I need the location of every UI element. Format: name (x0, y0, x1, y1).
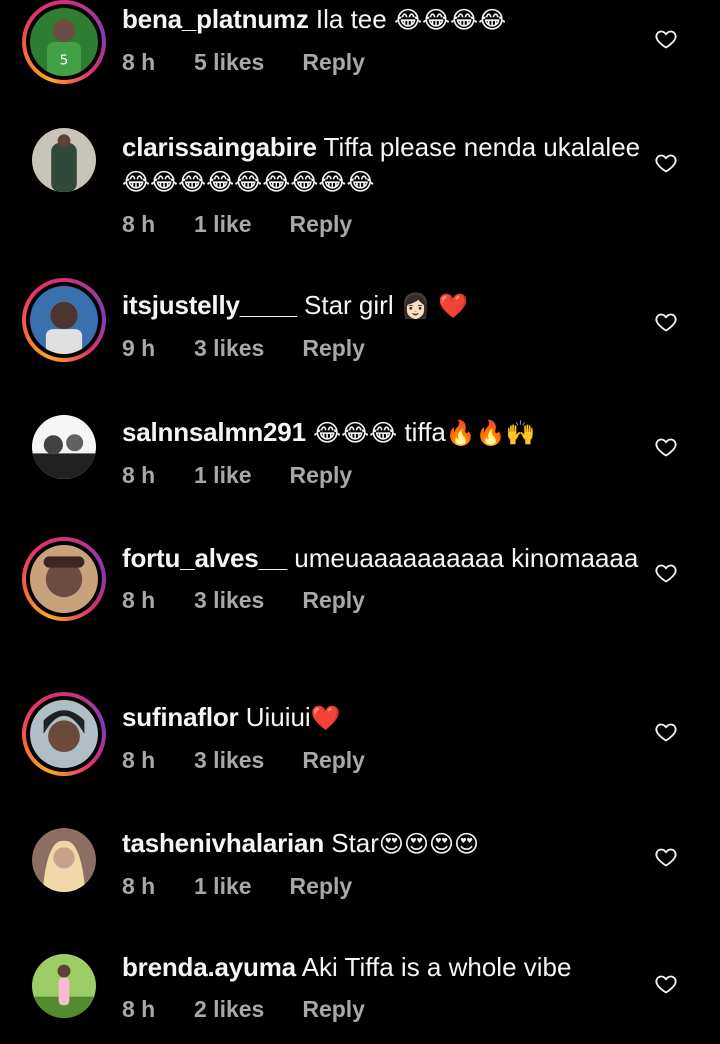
comment-text: fortu_alves__ umeuaaaaaaaaaa kinomaaaa (122, 541, 642, 575)
reply-button[interactable]: Reply (290, 460, 353, 490)
reply-button[interactable]: Reply (290, 871, 353, 901)
timestamp: 8 h (122, 873, 156, 899)
comment-meta: 9 h 3 likes Reply (122, 333, 642, 363)
reply-button[interactable]: Reply (302, 585, 365, 615)
comment-meta: 8 h 3 likes Reply (122, 585, 642, 615)
reply-button[interactable]: Reply (302, 994, 365, 1024)
heart-outline-icon[interactable] (654, 151, 678, 175)
comment-meta: 8 h 1 like Reply (122, 209, 642, 239)
comment-body: Ila tee (315, 4, 387, 34)
reply-button[interactable]: Reply (302, 47, 365, 77)
likes-count[interactable]: 1 like (194, 209, 252, 239)
comment-body: tiffa (404, 417, 446, 447)
comment-text: bena_platnumz Ila tee 😂😂😂😂 (122, 2, 642, 37)
avatar[interactable]: 5 (22, 0, 106, 84)
timestamp: 9 h (122, 335, 156, 361)
likes-count[interactable]: 5 likes (194, 47, 264, 77)
username[interactable]: sufinaflor (122, 702, 239, 732)
likes-count[interactable]: 1 like (194, 460, 252, 490)
username[interactable]: itsjustelly____ (122, 290, 297, 320)
heart-outline-icon[interactable] (654, 845, 678, 869)
timestamp: 8 h (122, 996, 156, 1022)
comment-text: sufinaflor Uiuiui❤️ (122, 700, 642, 735)
comment-item: clarissaingabire Tiffa please nenda ukal… (0, 120, 720, 250)
likes-count[interactable]: 1 like (194, 871, 252, 901)
avatar[interactable] (22, 692, 106, 776)
comment-meta: 8 h 1 like Reply (122, 871, 642, 901)
comment-emoji: ❤️ (310, 704, 341, 732)
svg-text:5: 5 (60, 53, 69, 69)
username[interactable]: fortu_alves__ (122, 543, 287, 573)
comment-meta: 8 h 1 like Reply (122, 460, 642, 490)
comment-meta: 8 h 5 likes Reply (122, 47, 642, 77)
timestamp: 8 h (122, 587, 156, 613)
comment-emoji: 😍😍😍😍 (378, 830, 479, 858)
avatar[interactable] (22, 278, 106, 362)
reply-button[interactable]: Reply (290, 209, 353, 239)
comment-emoji: 👩🏻 ❤️ (400, 292, 469, 320)
comment-body: Tiffa please nenda ukalalee (323, 132, 641, 162)
avatar[interactable] (22, 818, 106, 902)
comment-meta: 8 h 3 likes Reply (122, 745, 642, 775)
comment-text: salnnsalmn291 😂😂😂 tiffa🔥🔥🙌 (122, 415, 642, 450)
comment-meta: 8 h 2 likes Reply (122, 994, 642, 1024)
timestamp: 8 h (122, 211, 156, 237)
username[interactable]: tashenivhalarian (122, 828, 324, 858)
username[interactable]: clarissaingabire (122, 132, 317, 162)
comment-text: tashenivhalarian Star😍😍😍😍 (122, 826, 642, 861)
reply-button[interactable]: Reply (302, 745, 365, 775)
comment-item: 5 bena_platnumz Ila tee 😂😂😂😂 8 h 5 likes… (0, 0, 720, 100)
comment-item: sufinaflor Uiuiui❤️ 8 h 3 likes Reply (0, 692, 720, 792)
timestamp: 8 h (122, 747, 156, 773)
heart-outline-icon[interactable] (654, 435, 678, 459)
likes-count[interactable]: 3 likes (194, 333, 264, 363)
timestamp: 8 h (122, 462, 156, 488)
comment-item: brenda.ayuma Aki Tiffa is a whole vibe 8… (0, 942, 720, 1042)
avatar[interactable] (22, 944, 106, 1028)
heart-outline-icon[interactable] (654, 972, 678, 996)
username[interactable]: salnnsalmn291 (122, 417, 306, 447)
username[interactable]: bena_platnumz (122, 4, 309, 34)
comment-text: brenda.ayuma Aki Tiffa is a whole vibe (122, 950, 642, 984)
username[interactable]: brenda.ayuma (122, 952, 296, 982)
avatar[interactable] (22, 537, 106, 621)
comment-emoji: 😂😂😂😂 (393, 6, 507, 34)
avatar[interactable] (22, 118, 106, 202)
comment-item: salnnsalmn291 😂😂😂 tiffa🔥🔥🙌 8 h 1 like Re… (0, 405, 720, 505)
comment-body: Star girl (304, 290, 394, 320)
heart-outline-icon[interactable] (654, 27, 678, 51)
comment-emoji: 😂😂😂😂😂😂😂😂😂 (122, 168, 375, 196)
comment-body: Star (331, 828, 379, 858)
comment-body: Aki Tiffa is a whole vibe (301, 952, 572, 982)
avatar[interactable] (22, 405, 106, 489)
comment-emoji: 🔥🔥🙌 (445, 419, 536, 447)
comment-emoji-lead: 😂😂😂 (313, 419, 398, 447)
reply-button[interactable]: Reply (302, 333, 365, 363)
comment-text: itsjustelly____ Star girl 👩🏻 ❤️ (122, 288, 642, 323)
comment-item: tashenivhalarian Star😍😍😍😍 8 h 1 like Rep… (0, 818, 720, 918)
comment-item: fortu_alves__ umeuaaaaaaaaaa kinomaaaa 8… (0, 535, 720, 665)
comment-text: clarissaingabire Tiffa please nenda ukal… (122, 130, 642, 199)
likes-count[interactable]: 3 likes (194, 585, 264, 615)
likes-count[interactable]: 3 likes (194, 745, 264, 775)
comment-body: umeuaaaaaaaaaa kinomaaaa (294, 543, 639, 573)
heart-outline-icon[interactable] (654, 310, 678, 334)
comment-body: Uiuiui (245, 702, 311, 732)
heart-outline-icon[interactable] (654, 561, 678, 585)
timestamp: 8 h (122, 49, 156, 75)
heart-outline-icon[interactable] (654, 720, 678, 744)
comment-item: itsjustelly____ Star girl 👩🏻 ❤️ 9 h 3 li… (0, 278, 720, 378)
likes-count[interactable]: 2 likes (194, 994, 264, 1024)
